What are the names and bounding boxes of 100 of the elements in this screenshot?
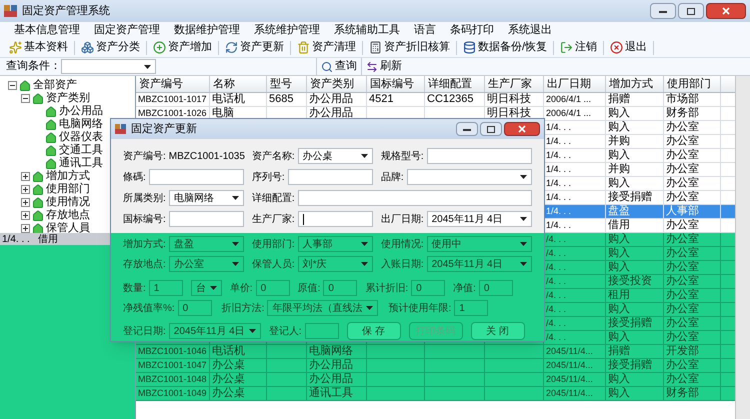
table-cell: 办公室 (666, 191, 699, 204)
table-cell: 购入 (608, 121, 630, 134)
table-cell: 2045/11/4... (546, 345, 593, 358)
table-cell: 租用 (608, 289, 630, 302)
table-cell: 接受投资 (608, 275, 652, 288)
table-cell: 购入 (608, 303, 630, 316)
field-label: 使用情况: (380, 238, 424, 252)
table-cell: 4521 (369, 93, 394, 106)
field-label: 入账日期: (380, 258, 424, 272)
table-cell: 电话机 (212, 93, 245, 106)
field-label: 资产编号: (123, 150, 166, 164)
table-cell: 捐赠 (608, 93, 630, 106)
dialog-title: 固定资产更新 (131, 122, 197, 137)
table-cell: 办公室 (666, 275, 699, 288)
table-cell: /4. . . (546, 331, 566, 344)
window-title: 固定资产管理系统 (22, 4, 110, 19)
table-cell: 购入 (608, 149, 630, 162)
table-cell: 购入 (608, 233, 630, 246)
field-label: 登记人: (268, 324, 302, 338)
table-cell: /4. . . (546, 261, 566, 274)
field-label: 條碼: (123, 170, 146, 184)
field-label: 详细配置: (252, 192, 295, 206)
field-label: 增加方式: (123, 238, 166, 252)
table-cell: 办公室 (666, 121, 699, 134)
table-cell: 办公室 (666, 289, 699, 302)
table-cell: 购入 (608, 177, 630, 190)
field-label: 资产名称: (252, 150, 295, 164)
table-cell: /4. . . (546, 289, 566, 302)
table-cell: MBZC1001-1049 (138, 387, 207, 400)
table-cell: 2045/11/4... (546, 387, 593, 400)
table-cell: 通讯工具 (309, 387, 353, 400)
table-cell: 办公室 (666, 233, 699, 246)
table-cell: 盘盈 (608, 205, 630, 218)
table-cell: /4. . . (546, 303, 566, 316)
table-cell: 1/4. . . (546, 121, 572, 134)
field-label: 序列号: (252, 170, 285, 184)
table-cell: 购入 (608, 387, 630, 400)
table-cell: 1/4. . . (546, 191, 572, 204)
table-cell: 2045/11/4... (546, 359, 593, 372)
table-cell: MBZC1001-1048 (138, 373, 207, 386)
table-cell: 1/4. . . (546, 163, 572, 176)
table-cell: 办公室 (666, 373, 699, 386)
table-cell: 办公桌 (212, 387, 245, 400)
field-value: MBZC1001-1035 (168, 150, 245, 164)
table-cell: 1/4. . . (546, 149, 572, 162)
strip-text: 借用 (38, 232, 58, 246)
table-cell: 电话机 (212, 345, 245, 358)
table-cell: 接受捐赠 (608, 317, 652, 330)
table-cell: 财务部 (666, 387, 699, 400)
table-cell: 购入 (608, 107, 630, 120)
field-label: 国标编号: (123, 212, 166, 226)
table-cell: /4. . . (546, 233, 566, 246)
table-cell: 办公用品 (309, 359, 353, 372)
table-cell: 办公室 (666, 247, 699, 260)
field-label: 累计折旧: (365, 282, 408, 296)
table-cell: 购入 (608, 261, 630, 274)
field-label: 规格型号: (380, 150, 424, 164)
table-cell: 接受捐赠 (608, 191, 652, 204)
table-cell: /4. . . (546, 317, 566, 330)
table-cell: MBZC1001-1046 (138, 345, 207, 358)
table-cell: 办公室 (666, 331, 699, 344)
field-label: 净值: (453, 282, 476, 296)
table-cell: 市场部 (666, 93, 699, 106)
query-label: 查询条件： (6, 59, 61, 74)
table-cell: 1/4. . . (546, 135, 572, 148)
table-cell: 1/4. . . (546, 205, 572, 218)
table-cell: 捐赠 (608, 345, 630, 358)
table-cell: 接受捐赠 (608, 359, 652, 372)
table-cell: 办公室 (666, 317, 699, 330)
table-cell: 办公室 (666, 177, 699, 190)
table-cell: 2045/11/4... (546, 373, 593, 386)
field-label: 登记日期: (123, 324, 166, 338)
table-cell: 办公桌 (212, 373, 245, 386)
table-cell: CC12365 (427, 93, 474, 106)
table-cell: 人事部 (666, 205, 699, 218)
table-cell: 办公室 (666, 135, 699, 148)
table-cell: 开发部 (666, 345, 699, 358)
field-label: 数量: (123, 282, 146, 296)
field-label: 单价: (230, 282, 253, 296)
field-label: 所属类别: (123, 192, 166, 206)
table-cell: 明日科技 (487, 93, 531, 106)
table-cell: /4. . . (546, 247, 566, 260)
table-cell: 办公室 (666, 163, 699, 176)
table-cell: 1/4. . . (546, 177, 572, 190)
table-cell: 购入 (608, 331, 630, 344)
table-cell: 2006/4/1 ... (546, 107, 592, 120)
field-label: 保管人员: (252, 258, 295, 272)
table-cell: 办公室 (666, 303, 699, 316)
table-cell: 2006/4/1 ... (546, 93, 592, 106)
field-label: 存放地点: (123, 258, 166, 272)
field-label: 生产厂家: (252, 212, 295, 226)
field-label: 净残值率%: (123, 302, 175, 316)
table-cell: 办公室 (666, 359, 699, 372)
table-cell: 明日科技 (487, 107, 531, 120)
table-cell: 并购 (608, 163, 630, 176)
field-label: 折旧方法: (222, 302, 264, 316)
table-cell: MBZC1001-1026 (138, 107, 207, 120)
table-cell: 办公室 (666, 149, 699, 162)
table-cell: 办公用品 (309, 373, 353, 386)
strip-text: 1/4. . . (2, 232, 30, 246)
